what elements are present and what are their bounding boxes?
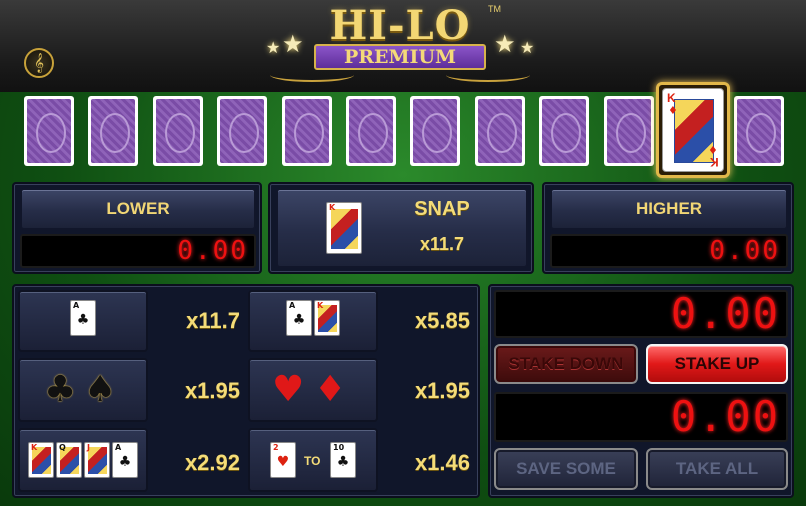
bet-red[interactable] — [248, 358, 378, 422]
bet-ace-pair[interactable] — [248, 290, 378, 352]
logo-trademark: TM — [488, 4, 501, 14]
card-back-pattern — [27, 99, 71, 163]
ten-clubs-card: 10 ♣ — [330, 442, 356, 478]
bet-number-multiplier: x1.46 — [414, 450, 470, 475]
card-back-pattern — [607, 99, 651, 163]
face-down-card — [88, 96, 138, 166]
stake-up-button[interactable]: STAKE UP — [646, 344, 788, 384]
take-all-button[interactable]: TAKE ALL — [646, 448, 788, 490]
card-back — [346, 96, 396, 166]
king-card: K — [28, 442, 54, 478]
two-hearts-card: 2 ♥ — [270, 442, 296, 478]
higher-button[interactable]: HIGHER — [550, 188, 788, 230]
range-to-label: TO — [304, 454, 321, 468]
face-down-card — [604, 96, 654, 166]
face-down-card — [410, 96, 460, 166]
snap-button[interactable] — [276, 188, 528, 268]
face-down-card — [217, 96, 267, 166]
logo-subtitle: PREMIUM — [343, 46, 457, 68]
bet-black-multiplier: x1.95 — [184, 378, 240, 403]
card-back — [604, 96, 654, 166]
card-back-pattern — [737, 99, 781, 163]
face-down-card — [475, 96, 525, 166]
logo-title: HI-LO — [329, 2, 471, 49]
logo-ornament — [446, 68, 530, 82]
snap-multiplier: x11.7 — [419, 234, 465, 254]
club-icon: ♣ — [44, 369, 77, 410]
face-down-card — [734, 96, 784, 166]
card-back — [88, 96, 138, 166]
card-back — [539, 96, 589, 166]
ace-clubs-card: A ♣ — [70, 300, 96, 336]
heart-icon: ♥ — [272, 369, 305, 410]
header-bar: 𝄞 ★ ★ ★ ★ HI-LO TM PREMIUM — [0, 0, 806, 92]
logo-ornament — [270, 68, 354, 82]
face-down-card — [282, 96, 332, 166]
card-back-pattern — [478, 99, 522, 163]
diamond-icon: ♦ — [668, 104, 678, 117]
snap-label: SNAP — [414, 198, 470, 220]
game-logo: ★ ★ ★ ★ HI-LO TM PREMIUM — [250, 0, 550, 92]
card-back — [410, 96, 460, 166]
ace-clubs-card: A ♣ — [112, 442, 138, 478]
music-toggle-icon[interactable]: 𝄞 — [24, 48, 54, 78]
jack-card: J — [84, 442, 110, 478]
card-back — [217, 96, 267, 166]
card-rank: K — [667, 91, 676, 105]
card-back-pattern — [285, 99, 329, 163]
spade-icon: ♠ — [84, 369, 117, 410]
card-back — [475, 96, 525, 166]
diamond-icon: ♦ — [314, 369, 347, 410]
bet-red-multiplier: x1.95 — [414, 378, 470, 403]
face-down-card — [346, 96, 396, 166]
face-down-card — [153, 96, 203, 166]
card-back — [282, 96, 332, 166]
card-back-pattern — [542, 99, 586, 163]
ace-clubs-card: A ♣ — [286, 300, 312, 336]
save-some-button[interactable]: SAVE SOME — [494, 448, 638, 490]
face-down-card — [539, 96, 589, 166]
current-card: K ♦ K ♦ — [662, 88, 724, 172]
stake-down-button[interactable]: STAKE DOWN — [494, 344, 638, 384]
bet-black[interactable] — [18, 358, 148, 422]
bet-ace-pair-multiplier: x5.85 — [414, 308, 470, 333]
stake-amount-display: 0.00 — [494, 290, 788, 338]
card-back-pattern — [220, 99, 264, 163]
card-rank: K — [710, 155, 719, 169]
bet-picture-multiplier: x2.92 — [184, 450, 240, 475]
card-back-pattern — [91, 99, 135, 163]
card-back-pattern — [156, 99, 200, 163]
diamond-icon: ♦ — [708, 143, 718, 156]
win-amount-display: 0.00 — [494, 392, 788, 442]
snap-card: K — [326, 202, 362, 254]
bet-ace-multiplier: x11.7 — [186, 308, 240, 333]
face-down-card — [24, 96, 74, 166]
card-back-pattern — [349, 99, 393, 163]
queen-card: Q — [56, 442, 82, 478]
card-back-pattern — [413, 99, 457, 163]
lower-amount-display: 0.00 — [20, 234, 256, 268]
higher-amount-display: 0.00 — [550, 234, 788, 268]
card-back — [734, 96, 784, 166]
card-back — [24, 96, 74, 166]
lower-button[interactable]: LOWER — [20, 188, 256, 230]
king-diamonds-card: K — [314, 300, 340, 336]
card-back — [153, 96, 203, 166]
